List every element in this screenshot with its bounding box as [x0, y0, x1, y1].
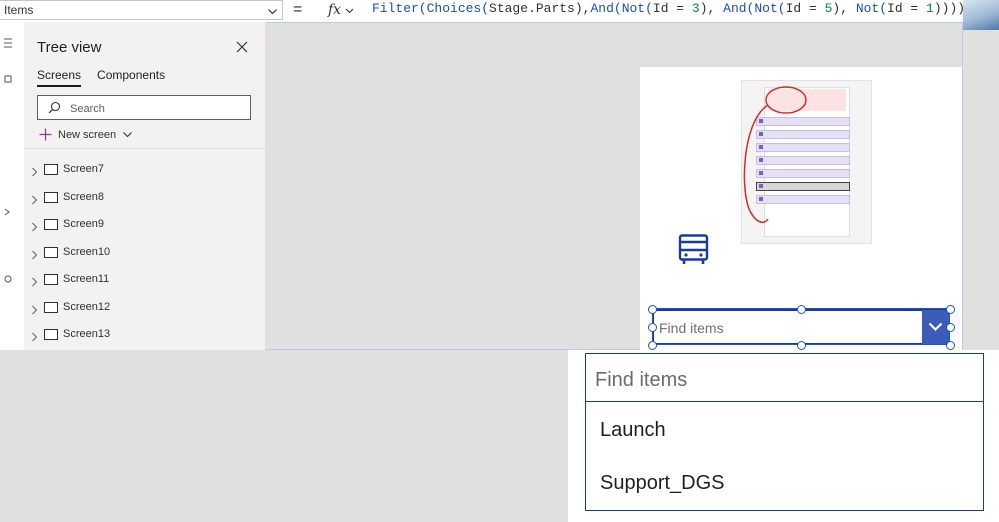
resize-handle-bottom[interactable] [797, 341, 806, 350]
resize-handle-bottom-right[interactable] [946, 341, 955, 350]
screen-label: Screen13 [63, 328, 111, 340]
divider [24, 148, 265, 149]
screen-label: Screen9 [63, 218, 104, 230]
property-label: Items [4, 3, 34, 17]
dropdown-item[interactable]: Launch [600, 419, 666, 442]
bus-icon[interactable] [678, 234, 709, 271]
tree-item-screen[interactable]: Screen9 [24, 211, 265, 239]
formula-token: 3 [691, 1, 700, 16]
tree-search-box [37, 95, 251, 120]
chevron-right-icon[interactable] [31, 302, 38, 320]
layers-icon[interactable] [4, 74, 12, 86]
formula-token: Id = [887, 1, 927, 16]
formula-token: Choices( [426, 1, 490, 16]
screen-label: Screen7 [63, 163, 104, 175]
new-screen-button[interactable]: New screen [39, 128, 133, 141]
combo-box[interactable] [652, 309, 950, 345]
chevron-down-icon [928, 322, 943, 332]
screen-icon [44, 219, 58, 230]
formula-token: Not( [621, 1, 653, 16]
search-icon [48, 101, 61, 119]
resize-handle-left[interactable] [648, 323, 657, 332]
formula-token: Id = [652, 1, 692, 16]
formula-token: Not( [754, 1, 786, 16]
tree-item-screen[interactable]: Screen8 [24, 184, 265, 212]
chevron-right-icon[interactable] [31, 329, 38, 347]
screen-icon [44, 164, 58, 175]
screen-label: Screen11 [63, 273, 110, 285]
formula-token: )))) [933, 1, 966, 16]
screen-icon [44, 191, 58, 203]
tree-item-screen[interactable]: Screen7 [24, 156, 265, 184]
formula-token: And( [590, 1, 622, 16]
formula-token: ), [574, 1, 591, 16]
resize-handle-bottom-left[interactable] [648, 341, 657, 350]
tree-tabs: Screens Components [37, 68, 165, 87]
formula-token: Not( [855, 1, 888, 16]
screen-list: Screen7 Screen8 Screen9 Screen10 Screen1… [24, 156, 265, 349]
resize-handle-right[interactable] [946, 323, 955, 332]
tree-item-screen[interactable]: Screen12 [24, 294, 265, 322]
equals-sign: = [293, 1, 303, 18]
dropdown-item[interactable]: Support_DGS [600, 472, 725, 495]
circle-icon[interactable] [4, 274, 12, 286]
resize-handle-top-right[interactable] [946, 305, 955, 314]
screen-icon [44, 274, 58, 285]
formula-token: Filter( [372, 1, 427, 16]
chevron-right-icon[interactable] [31, 192, 38, 210]
panel-title: Tree view [37, 39, 102, 56]
combo-search-input[interactable] [657, 317, 921, 339]
chevron-right-icon[interactable] [31, 247, 38, 265]
tree-view-panel: Tree view Screens Components New screen … [24, 22, 266, 350]
menu-icon[interactable] [4, 38, 12, 51]
property-dropdown[interactable]: Items [0, 0, 283, 20]
formula-token: Stage.Parts [489, 1, 575, 16]
new-screen-label: New screen [58, 128, 117, 141]
chevron-right-icon[interactable] [4, 207, 10, 219]
image-thumbnail[interactable] [741, 80, 872, 244]
formula-token: ), [832, 1, 856, 16]
screen-label: Screen10 [63, 245, 111, 258]
chevron-right-icon[interactable] [31, 219, 38, 237]
tree-item-screen[interactable]: Screen13 [24, 321, 265, 349]
dropdown-search-input[interactable] [593, 367, 977, 393]
combo-dropdown-list: Launch Support_DGS [585, 353, 984, 511]
screen-label: Screen8 [63, 190, 104, 203]
formula-token: 1 [926, 1, 934, 16]
chevron-down-icon [345, 8, 354, 13]
function-icon: fx [327, 2, 342, 18]
chevron-down-icon [267, 4, 278, 22]
thumbnail-annotation [743, 86, 807, 224]
dropdown-search-box [586, 354, 983, 402]
chevron-right-icon[interactable] [31, 164, 38, 182]
screen-icon [44, 301, 58, 313]
function-button[interactable]: fx [320, 0, 362, 20]
chevron-right-icon[interactable] [31, 274, 38, 292]
formula-token: And( [723, 1, 755, 16]
screen-icon [44, 246, 58, 258]
desktop-background-corner [963, 0, 999, 30]
tab-screens[interactable]: Screens [37, 68, 82, 87]
formula-token: ), [699, 1, 724, 16]
tab-components[interactable]: Components [97, 68, 165, 87]
chevron-down-icon [123, 132, 132, 138]
screen-icon [44, 329, 58, 340]
tree-item-screen[interactable]: Screen10 [24, 239, 265, 267]
resize-handle-top[interactable] [797, 305, 806, 314]
formula-token: Id = [785, 1, 825, 16]
tree-item-screen[interactable]: Screen11 [24, 266, 265, 294]
search-input[interactable] [68, 99, 247, 118]
formula-input[interactable]: Filter(Choices(Stage.Parts),And(Not(Id =… [372, 1, 965, 16]
combo-chevron-button[interactable] [922, 310, 949, 344]
close-icon[interactable] [236, 40, 248, 58]
left-rail [0, 22, 25, 350]
plus-icon [39, 128, 52, 141]
screen-label: Screen12 [63, 300, 111, 313]
formula-bar: Items = fx Filter(Choices(Stage.Parts),A… [0, 0, 965, 23]
resize-handle-top-left[interactable] [648, 305, 657, 314]
